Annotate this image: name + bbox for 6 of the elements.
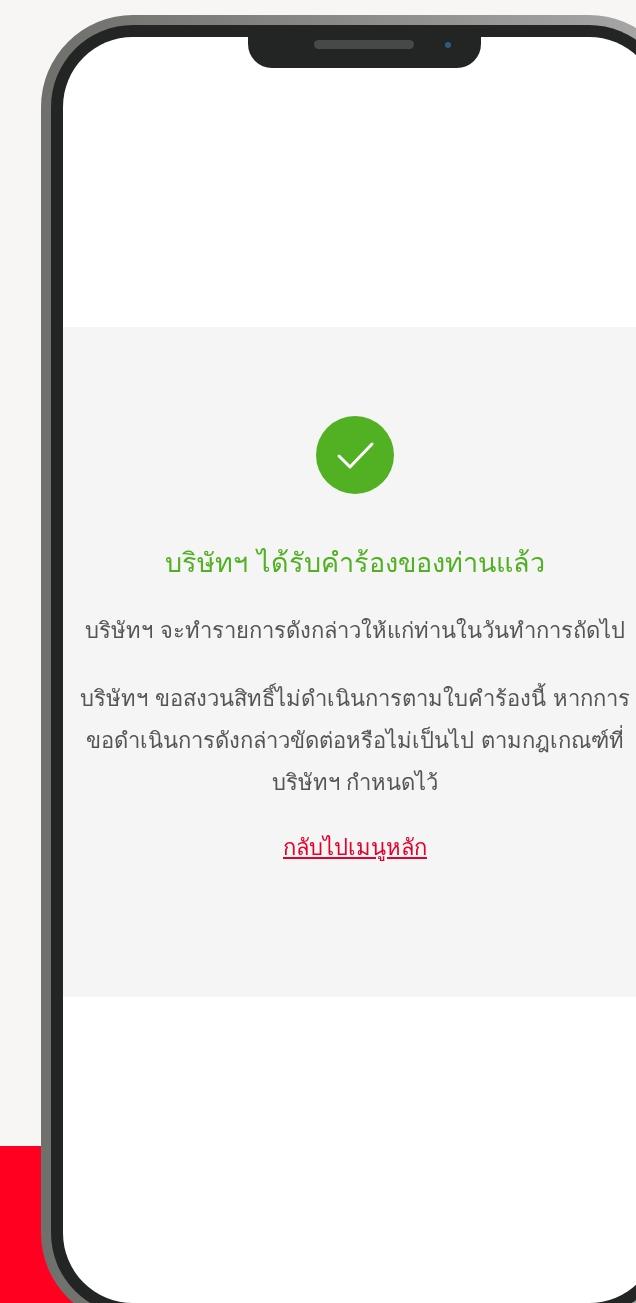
info-paragraph: บริษัทฯ จะทำรายการดังกล่าวให้แก่ท่านในวันทำการถัดไป <box>85 617 625 645</box>
back-to-main-menu-link[interactable]: กลับไปเมนูหลัก <box>283 830 427 865</box>
camera-dot <box>445 42 451 48</box>
success-title: บริษัทฯ ได้รับคำร้องของท่านแล้ว <box>165 546 545 580</box>
info-paragraph: บริษัทฯ ขอสงวนสิทธิ์ไม่ดำเนินการตามใบคำร้องนี้ หากการขอดำเนินการดังกล่าวขัดต่อหรือไม่เป็นไป ตามกฎเกณฑ์ที่บริษัทฯ กำหนดไว้ <box>75 678 635 804</box>
success-check-icon <box>315 415 395 495</box>
